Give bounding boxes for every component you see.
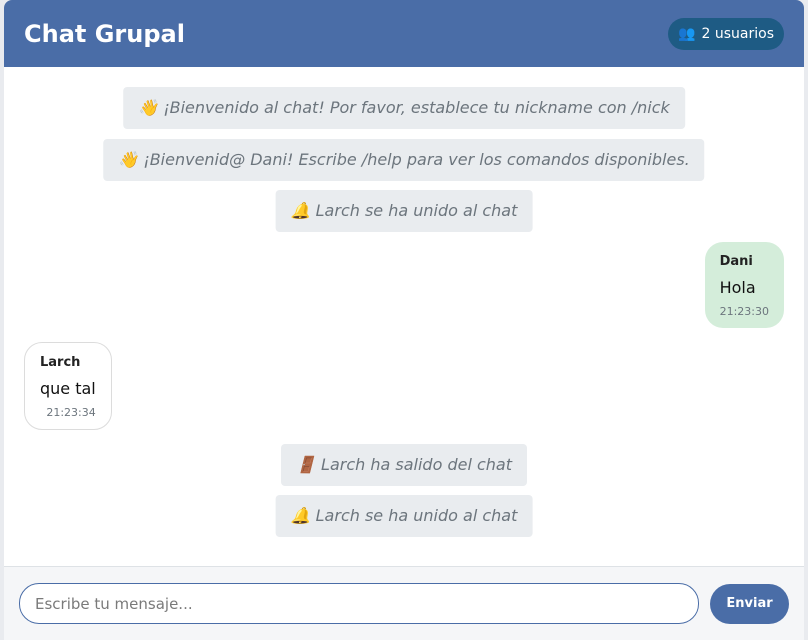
system-message-text: Larch se ha unido al chat <box>315 506 518 525</box>
bell-icon: 🔔 <box>290 506 311 525</box>
wave-icon: 👋 <box>118 150 139 169</box>
own-message-bubble: Dani Hola 21:23:30 <box>704 242 784 328</box>
chat-header: Chat Grupal 👥 2 usuarios <box>4 0 804 67</box>
system-message: 🚪 Larch ha salido del chat <box>281 444 527 486</box>
users-count-badge: 👥 2 usuarios <box>668 17 784 50</box>
message-time: 21:23:30 <box>719 305 769 318</box>
message-list[interactable]: 👋 ¡Bienvenido al chat! Por favor, establ… <box>4 67 804 566</box>
system-message-text: ¡Bienvenido al chat! Por favor, establec… <box>163 98 670 117</box>
chat-title: Chat Grupal <box>24 19 185 48</box>
message-sender: Larch <box>40 355 81 370</box>
system-message: 🔔 Larch se ha unido al chat <box>275 190 533 232</box>
message-sender: Dani <box>719 254 753 269</box>
message-text: que tal <box>40 379 96 398</box>
system-message: 👋 ¡Bienvenido al chat! Por favor, establ… <box>123 87 685 129</box>
users-count-label: 2 usuarios <box>701 25 774 42</box>
message-composer: Enviar <box>4 566 804 640</box>
chat-window: Chat Grupal 👥 2 usuarios 👋 ¡Bienvenido a… <box>4 0 804 640</box>
system-message-text: Larch se ha unido al chat <box>315 201 518 220</box>
system-message-text: ¡Bienvenid@ Dani! Escribe /help para ver… <box>143 150 690 169</box>
system-message-text: Larch ha salido del chat <box>321 455 512 474</box>
bell-icon: 🔔 <box>290 201 311 220</box>
door-icon: 🚪 <box>296 455 316 474</box>
message-time: 21:23:34 <box>46 406 96 419</box>
other-message-bubble: Larch que tal 21:23:34 <box>24 342 112 430</box>
wave-icon: 👋 <box>138 98 159 117</box>
message-text: Hola <box>719 278 756 297</box>
system-message: 👋 ¡Bienvenid@ Dani! Escribe /help para v… <box>103 139 705 181</box>
send-button[interactable]: Enviar <box>710 583 789 624</box>
message-input[interactable] <box>19 583 699 624</box>
users-icon: 👥 <box>678 25 696 42</box>
system-message: 🔔 Larch se ha unido al chat <box>275 495 533 537</box>
